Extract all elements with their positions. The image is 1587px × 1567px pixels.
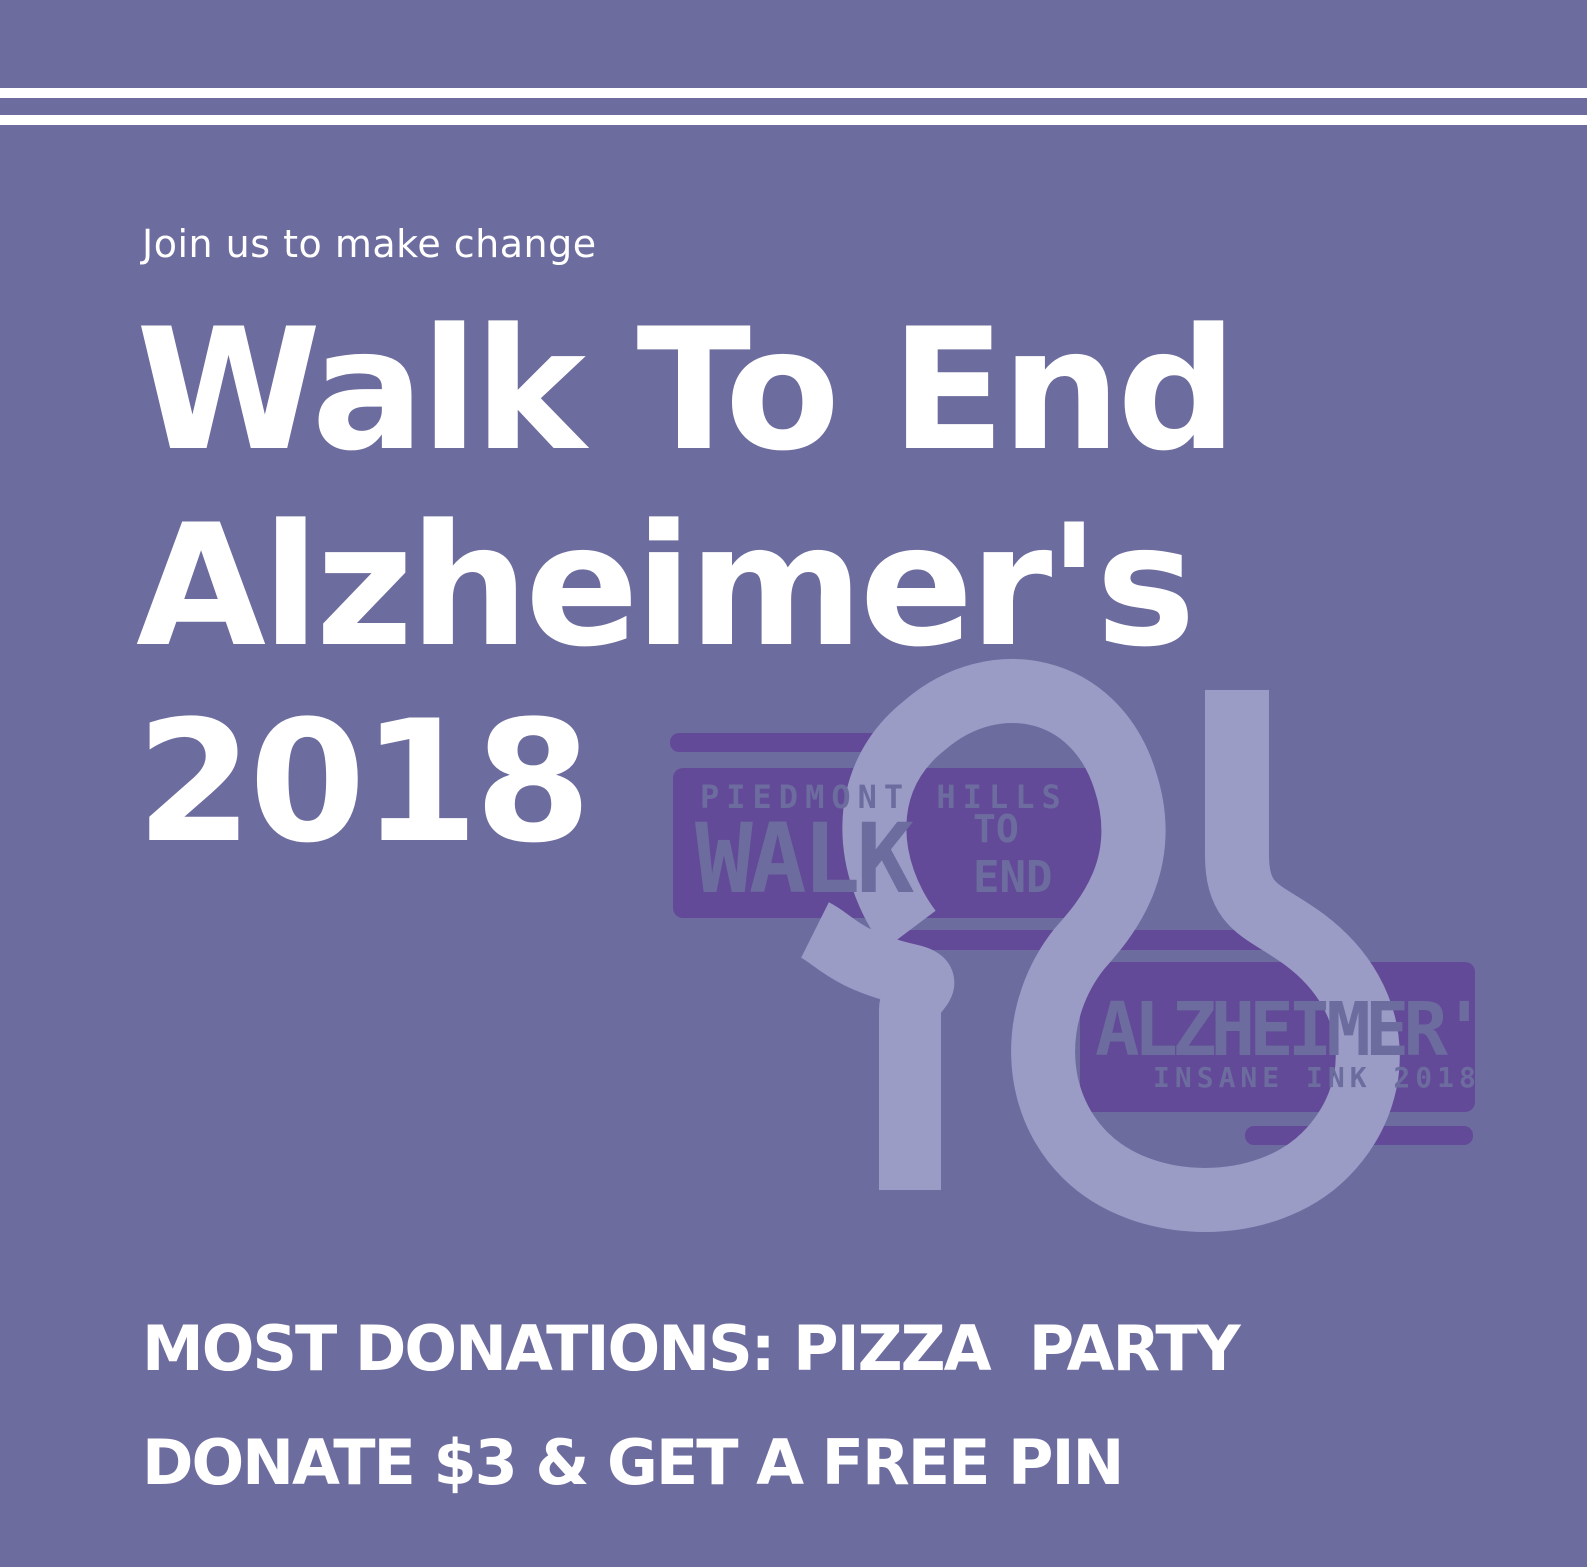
- top-rule-secondary: [0, 115, 1587, 125]
- promo-donate-pin: DONATE $3 & GET A FREE PIN: [142, 1426, 1124, 1499]
- event-title: Walk To End Alzheimer's 2018: [136, 292, 1237, 880]
- event-title-line: Walk To End: [136, 292, 1237, 488]
- event-year: 2018: [136, 684, 592, 880]
- top-rule: [0, 88, 1587, 98]
- promo-most-donations: MOST DONATIONS: PIZZA PARTY: [142, 1312, 1241, 1385]
- tagline: Join us to make change: [142, 222, 597, 266]
- logo-sub-label: INSANE INK 2018: [1153, 1061, 1481, 1094]
- event-title-line: Alzheimer's: [136, 488, 1196, 684]
